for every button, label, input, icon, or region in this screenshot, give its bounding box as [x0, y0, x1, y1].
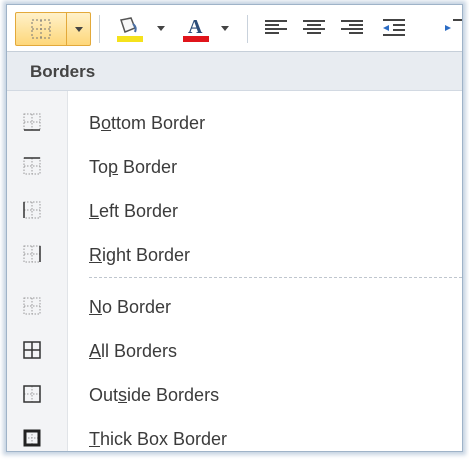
top-border-icon — [23, 157, 41, 175]
menu-item-top-border[interactable]: Top Border — [7, 147, 462, 187]
chevron-down-icon — [75, 27, 83, 32]
font-color-icon[interactable]: A — [179, 14, 213, 44]
menu-header-label: Borders — [30, 62, 96, 81]
menu-item-label: Left Border — [89, 201, 179, 221]
borders-dropdown-arrow[interactable] — [67, 13, 90, 45]
menu-item-outside-borders[interactable]: Outside Borders — [7, 375, 462, 415]
menu-item-label: Thick Box Border — [89, 429, 228, 449]
fill-color-icon[interactable] — [113, 14, 147, 44]
borders-icon — [31, 19, 51, 39]
menu-item-no-border[interactable]: No Border — [7, 287, 462, 327]
increase-indent-icon[interactable] — [443, 17, 463, 43]
all-borders-icon — [23, 341, 41, 359]
menu-item-label: All Borders — [89, 341, 178, 361]
menu-item-label: Bottom Border — [89, 113, 206, 133]
chevron-down-icon — [221, 26, 229, 31]
borders-menu-window: A Borders Bottom Border Top Border Left … — [6, 4, 463, 452]
align-right-icon[interactable] — [341, 20, 363, 38]
menu-item-thick-box-border[interactable]: Thick Box Border — [7, 419, 462, 451]
right-border-icon — [23, 245, 41, 263]
borders-main-button[interactable] — [16, 13, 67, 45]
outside-borders-icon — [23, 385, 41, 403]
menu-item-right-border[interactable]: Right Border — [7, 235, 462, 275]
thick-box-border-icon — [23, 429, 41, 447]
menu-item-label: Right Border — [89, 245, 191, 265]
formatting-toolbar: A — [7, 5, 462, 52]
svg-text:A: A — [188, 16, 203, 38]
menu-header: Borders — [7, 52, 462, 91]
no-border-icon — [23, 297, 41, 315]
menu-item-label: Top Border — [89, 157, 178, 177]
font-color-dropdown[interactable] — [217, 14, 237, 44]
toolbar-separator — [99, 15, 100, 43]
borders-split-button[interactable] — [15, 12, 91, 46]
toolbar-separator — [247, 15, 248, 43]
left-border-icon — [23, 201, 41, 219]
align-left-icon[interactable] — [265, 20, 287, 38]
align-center-icon[interactable] — [303, 20, 325, 38]
menu-item-all-borders[interactable]: All Borders — [7, 331, 462, 371]
fill-color-dropdown[interactable] — [153, 14, 173, 44]
menu-item-label: No Border — [89, 297, 172, 317]
chevron-down-icon — [157, 26, 165, 31]
menu-item-left-border[interactable]: Left Border — [7, 191, 462, 231]
decrease-indent-icon[interactable] — [379, 17, 409, 43]
menu-separator — [89, 277, 462, 278]
menu-item-bottom-border[interactable]: Bottom Border — [7, 103, 462, 143]
bottom-border-icon — [23, 113, 41, 131]
menu-item-label: Outside Borders — [89, 385, 220, 405]
